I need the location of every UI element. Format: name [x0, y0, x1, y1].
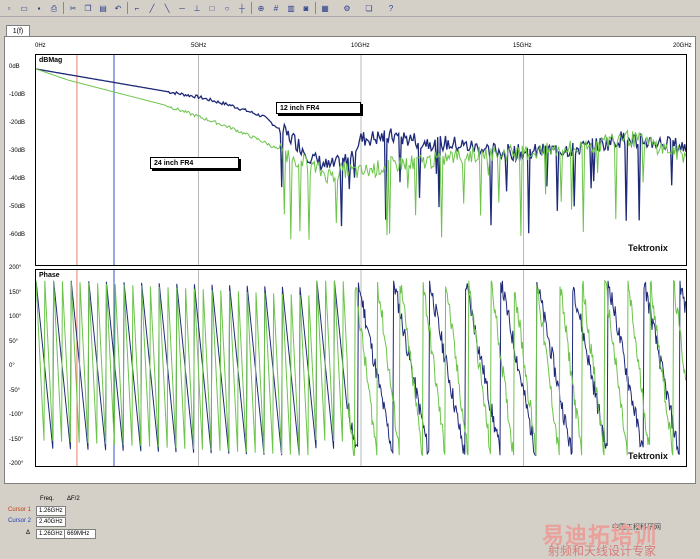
save-icon[interactable]: ▪ [32, 2, 46, 15]
callout-24-inch: 24 inch FR4 [150, 157, 239, 169]
phase-y-tick: -50° [9, 387, 21, 394]
phase-y-tick: 100° [9, 314, 22, 320]
watermark-subtitle: 射频和天线设计专家 [548, 544, 657, 558]
magnitude-plot[interactable]: dBMag 12 inch FR4 24 inch FR4 Tektronix [35, 54, 687, 266]
toolbar-separator [251, 2, 252, 14]
undo-icon[interactable]: ↶ [111, 2, 125, 15]
settings-icon[interactable]: ⚙ [340, 2, 354, 15]
trace-a-icon[interactable]: ╱ [145, 2, 159, 15]
phase-y-tick: 150° [9, 289, 22, 296]
toolbar-separator [127, 2, 128, 14]
cursor2-label: Cursor 2 [8, 518, 32, 524]
brand-logo-mag: Tektronix [628, 243, 668, 253]
cursor1-label: Cursor 1 [8, 507, 32, 513]
freq-tick-0: 0Hz [35, 43, 46, 49]
trace-b-icon[interactable]: ╲ [160, 2, 174, 15]
toolbar-separator [63, 2, 64, 14]
freq-tick-15: 15GHz [513, 43, 532, 49]
print-icon[interactable]: ⎙ [47, 2, 61, 15]
phase-y-tick: 0° [9, 363, 15, 369]
copy-icon[interactable]: ❐ [81, 2, 95, 15]
toolbar-separator [315, 2, 316, 14]
phase-y-tick: 200° [9, 265, 22, 271]
delta-label: Δ [26, 530, 31, 536]
marker-icon[interactable]: ⌐ [130, 2, 144, 15]
magnitude-chart [36, 55, 686, 265]
table-icon[interactable]: ▦ [318, 2, 332, 15]
phase-chart [36, 270, 686, 466]
phase-plot-title: Phase [39, 272, 60, 279]
cursor1-value[interactable]: 1.26GHz [36, 506, 66, 516]
mag-plot-title: dBMag [39, 57, 63, 64]
mag-y-tick: -20dB [9, 120, 26, 126]
chart-icon[interactable]: ▥ [284, 2, 298, 15]
mag-y-tick: -10dB [9, 92, 26, 98]
plot-panel: 0Hz 5GHz 10GHz 15GHz 20GHz dBMag 12 inch… [4, 36, 696, 484]
phase-y-tick: -150° [9, 436, 24, 443]
delta-half-value: 669MHz [64, 529, 96, 539]
freq-tick-20: 20GHz [673, 43, 692, 49]
mag-y-tick: -30dB [9, 148, 26, 154]
col-head-df: ΔF/2 [67, 496, 80, 502]
delta-value: 1.26GHz [36, 529, 66, 539]
freq-tick-10: 10GHz [351, 43, 370, 49]
cursor-panel: Freq. ΔF/2 Cursor 1 1.26GHz Cursor 2 2.4… [0, 486, 700, 559]
axis-icon[interactable]: ⊥ [190, 2, 204, 15]
mag-y-tick: -50dB [9, 204, 26, 210]
open-folder-icon[interactable]: ▭ [17, 2, 31, 15]
grid-icon[interactable]: # [269, 2, 283, 15]
help-icon[interactable]: ? [384, 2, 398, 15]
phase-y-tick: -200° [9, 461, 24, 467]
new-file-icon[interactable]: ▫ [2, 2, 16, 15]
window-icon[interactable]: ❏ [362, 2, 376, 15]
col-head-freq: Freq. [40, 496, 55, 502]
mag-y-tick: 0dB [9, 64, 20, 70]
camera-icon[interactable]: ◙ [299, 2, 313, 15]
circle-icon[interactable]: ○ [220, 2, 234, 15]
paste-icon[interactable]: ▤ [96, 2, 110, 15]
brand-logo-phase: Tektronix [628, 451, 668, 461]
mag-y-tick: -60dB [9, 232, 26, 238]
zoom-icon[interactable]: ⊕ [254, 2, 268, 15]
line-icon[interactable]: ─ [175, 2, 189, 15]
toolbar: ▫ ▭ ▪ ⎙ ✂ ❐ ▤ ↶ ⌐ ╱ ╲ ─ ⊥ □ ○ ┼ ⊕ # ▥ ◙ ▦ ⚙ ❏? [0, 0, 700, 17]
cursor-icon[interactable]: ┼ [235, 2, 249, 15]
phase-plot[interactable]: Phase Tektronix [35, 269, 687, 467]
cursor2-value[interactable]: 2.40GHz [36, 517, 66, 527]
cut-icon[interactable]: ✂ [66, 2, 80, 15]
callout-12-inch: 12 inch FR4 [276, 102, 361, 114]
phase-y-tick: -100° [9, 412, 24, 418]
mag-y-tick: -40dB [9, 176, 26, 182]
freq-tick-5: 5GHz [191, 43, 207, 49]
square-icon[interactable]: □ [205, 2, 219, 15]
phase-y-tick: 50° [9, 338, 19, 345]
